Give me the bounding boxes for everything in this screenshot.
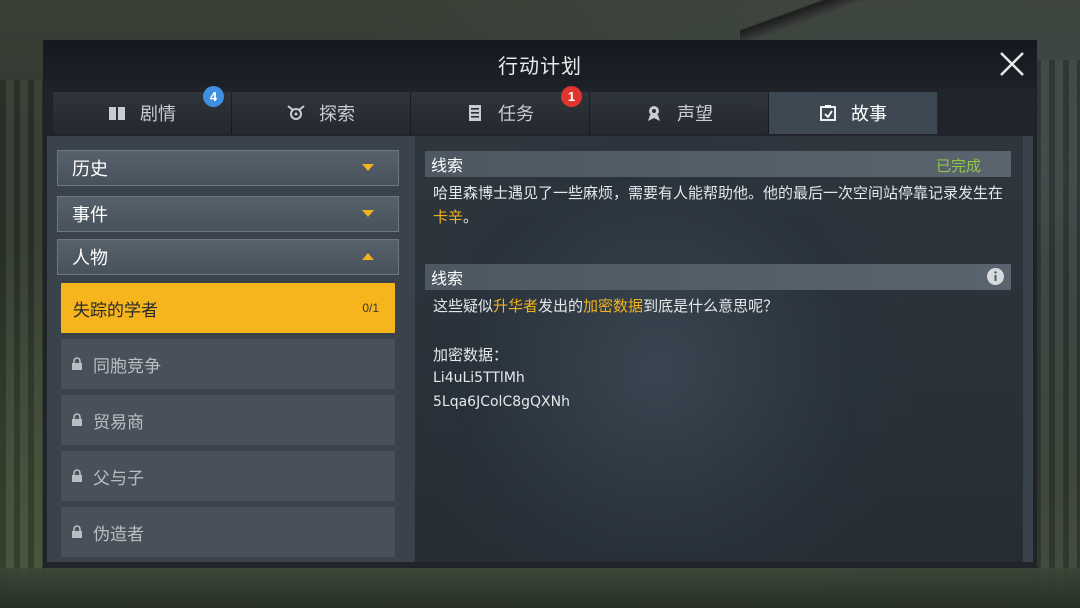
story-list: 历史 事件 人物 失踪的学者 0/1 同胞竞争 贸易商 父与子 伪造者 [57,148,399,558]
story-icon [819,104,837,122]
tab-label: 故事 [851,104,887,125]
background-structure-left [0,80,45,600]
notification-badge: 1 [561,86,582,107]
story-detail: 线索 已完成 哈里森博士遇见了一些麻烦，需要有人能帮助他。他的最后一次空间站停靠… [415,136,1023,562]
chevron-down-icon [362,164,374,171]
story-item-label: 失踪的学者 [73,300,158,321]
window-title: 行动计划 [498,54,582,78]
chevron-down-icon [362,210,374,217]
category-characters[interactable]: 人物 [57,239,399,275]
story-item-locked[interactable]: 同胞竞争 [61,339,395,389]
story-item-locked[interactable]: 伪造者 [61,507,395,557]
book-icon [108,104,126,122]
info-icon[interactable] [986,267,1005,286]
task-list-icon [466,104,484,122]
tab-label: 剧情 [140,104,176,125]
reputation-icon [645,104,663,122]
clue-text: 哈里森博士遇见了一些麻烦，需要有人能帮助他。他的最后一次空间站停靠记录发生在卡辛… [433,181,1011,229]
encrypted-data-line: 5Lqa6JColC8gQXNh [433,394,570,410]
tab-bar: 剧情 4 探索 任务 1 声望 故事 [53,86,1037,134]
chevron-up-icon [362,253,374,260]
background-floor [0,568,1080,608]
story-item-missing-scholar[interactable]: 失踪的学者 0/1 [61,283,395,333]
clue-heading: 线索 [431,156,464,175]
clue-header: 线索 已完成 [425,151,1011,177]
clue-highlight: 卡辛 [433,208,464,226]
tab-story[interactable]: 故事 [769,92,938,134]
clue-highlight: 升华者 [493,297,539,315]
category-label: 人物 [72,248,108,269]
explore-icon [287,104,305,122]
story-item-label: 同胞竞争 [93,356,161,377]
category-history[interactable]: 历史 [57,150,399,186]
clue-text-part: 发出的 [538,297,584,315]
tab-explore[interactable]: 探索 [232,92,411,134]
title-bar: 行动计划 [43,40,1037,88]
lock-icon [71,525,83,539]
content-area: 历史 事件 人物 失踪的学者 0/1 同胞竞争 贸易商 父与子 伪造者 线索 已… [47,136,1033,562]
lock-icon [71,413,83,427]
clue-highlight: 加密数据 [583,297,644,315]
tab-plot[interactable]: 剧情 4 [53,86,232,134]
category-events[interactable]: 事件 [57,196,399,232]
status-badge: 已完成 [935,157,981,175]
background-structure-right [1035,60,1080,600]
background-ship [740,0,900,40]
encrypted-data-label: 加密数据： [433,346,509,364]
category-label: 历史 [72,159,108,180]
tab-tasks[interactable]: 任务 1 [411,86,590,134]
close-icon [1000,52,1024,76]
story-item-locked[interactable]: 父与子 [61,451,395,501]
clue-text-part: 到底是什么意思呢？ [643,297,779,315]
tab-label: 声望 [677,104,713,125]
story-item-label: 贸易商 [93,412,144,433]
close-button[interactable] [997,49,1027,79]
lock-icon [71,469,83,483]
story-progress: 0/1 [362,301,379,315]
tab-label: 任务 [498,104,534,125]
clue-text-part: 哈里森博士遇见了一些麻烦，需要有人能帮助他。他的最后一次空间站停靠记录发生在 [433,184,1004,202]
category-label: 事件 [72,205,108,226]
clue-header: 线索 [425,264,1011,290]
clue-text: 这些疑似升华者发出的加密数据到底是什么意思呢？ [433,294,1011,318]
notification-badge: 4 [203,86,224,107]
action-plan-window: 行动计划 剧情 4 探索 任务 1 声望 故事 历史 事件 人物 失踪的学者 0… [43,40,1037,568]
encrypted-data-line: Li4uLi5TTlMh [433,370,525,386]
lock-icon [71,357,83,371]
clue-text-part: 这些疑似 [433,297,494,315]
story-item-label: 伪造者 [93,524,144,545]
tab-reputation[interactable]: 声望 [590,92,769,134]
story-item-label: 父与子 [93,468,144,489]
clue-text-part: 。 [463,208,479,226]
story-item-locked[interactable]: 贸易商 [61,395,395,445]
tab-label: 探索 [319,104,355,125]
clue-heading: 线索 [431,269,464,288]
